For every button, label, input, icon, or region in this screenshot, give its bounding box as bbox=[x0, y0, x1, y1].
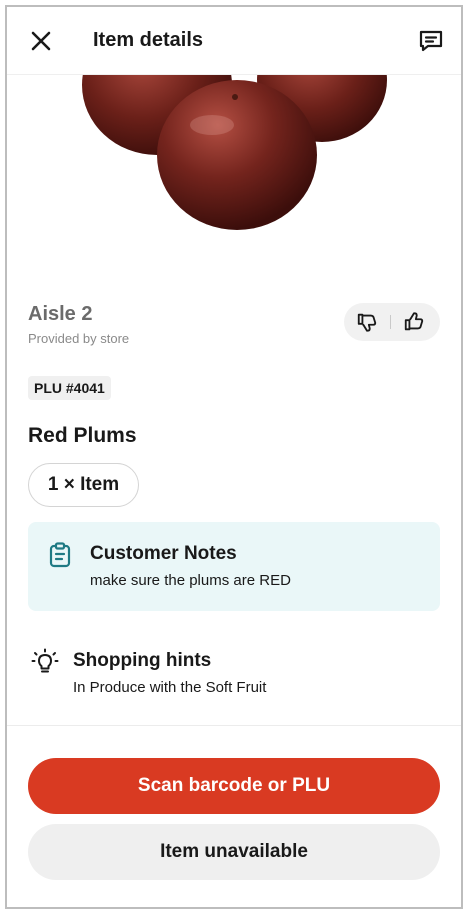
product-image bbox=[7, 75, 461, 275]
customer-notes-title: Customer Notes bbox=[90, 543, 237, 564]
close-icon bbox=[31, 31, 51, 51]
quantity-pill[interactable]: 1 × Item bbox=[28, 463, 139, 507]
item-unavailable-button[interactable]: Item unavailable bbox=[28, 824, 440, 880]
header: Item details bbox=[7, 7, 461, 75]
shopping-hints-text: In Produce with the Soft Fruit bbox=[73, 679, 267, 696]
item-name: Red Plums bbox=[28, 424, 137, 447]
plums-image bbox=[82, 75, 387, 230]
thumbs-down-button[interactable] bbox=[344, 303, 390, 341]
page-title: Item details bbox=[93, 29, 204, 51]
clipboard-icon bbox=[49, 542, 71, 568]
thumbs-down-icon bbox=[357, 313, 377, 332]
aisle-title: Aisle 2 bbox=[28, 303, 93, 325]
scan-barcode-button[interactable]: Scan barcode or PLU bbox=[28, 758, 440, 814]
plu-badge: PLU #4041 bbox=[28, 376, 111, 400]
footer-divider bbox=[7, 725, 461, 726]
chat-icon bbox=[419, 30, 443, 52]
aisle-feedback bbox=[344, 303, 440, 341]
thumbs-up-icon bbox=[404, 312, 424, 331]
close-button[interactable] bbox=[25, 25, 57, 57]
shopping-hints-title: Shopping hints bbox=[73, 650, 212, 671]
customer-notes-card: Customer Notes make sure the plums are R… bbox=[28, 522, 440, 611]
thumbs-up-button[interactable] bbox=[391, 303, 437, 341]
lightbulb-icon bbox=[31, 648, 59, 673]
aisle-source: Provided by store bbox=[28, 331, 130, 346]
chat-button[interactable] bbox=[415, 25, 447, 57]
app-frame: Item details Aisle 2 Provided by store P… bbox=[5, 5, 463, 909]
customer-notes-text: make sure the plums are RED bbox=[90, 572, 291, 589]
